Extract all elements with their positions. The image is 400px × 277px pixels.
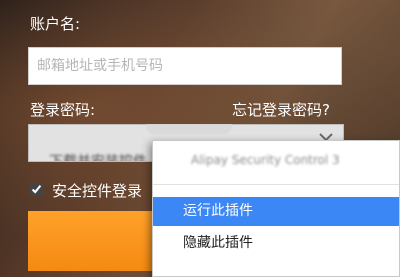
password-label: 登录密码: [30,101,96,119]
plugin-notice-tab [146,124,232,134]
plugin-context-menu: Alipay Security Control 3 运行此插件 隐藏此插件 [152,140,400,277]
forgot-password-link[interactable]: 忘记登录密码? [232,99,330,120]
account-input[interactable] [28,47,342,85]
menu-divider [153,184,399,185]
menu-item-hide-plugin[interactable]: 隐藏此插件 [153,229,399,258]
plugin-field-text: 下载并安装控件 [49,154,147,162]
menu-item-run-plugin[interactable]: 运行此插件 [153,197,399,226]
account-label: 账户名: [30,15,81,33]
security-control-checkbox[interactable] [30,183,43,196]
login-panel: 账户名: 登录密码: 忘记登录密码? 下载并安装控件 安全控件登录 Alipay… [0,0,400,277]
security-control-label: 安全控件登录 [52,182,143,200]
menu-title: Alipay Security Control 3 [191,153,340,167]
